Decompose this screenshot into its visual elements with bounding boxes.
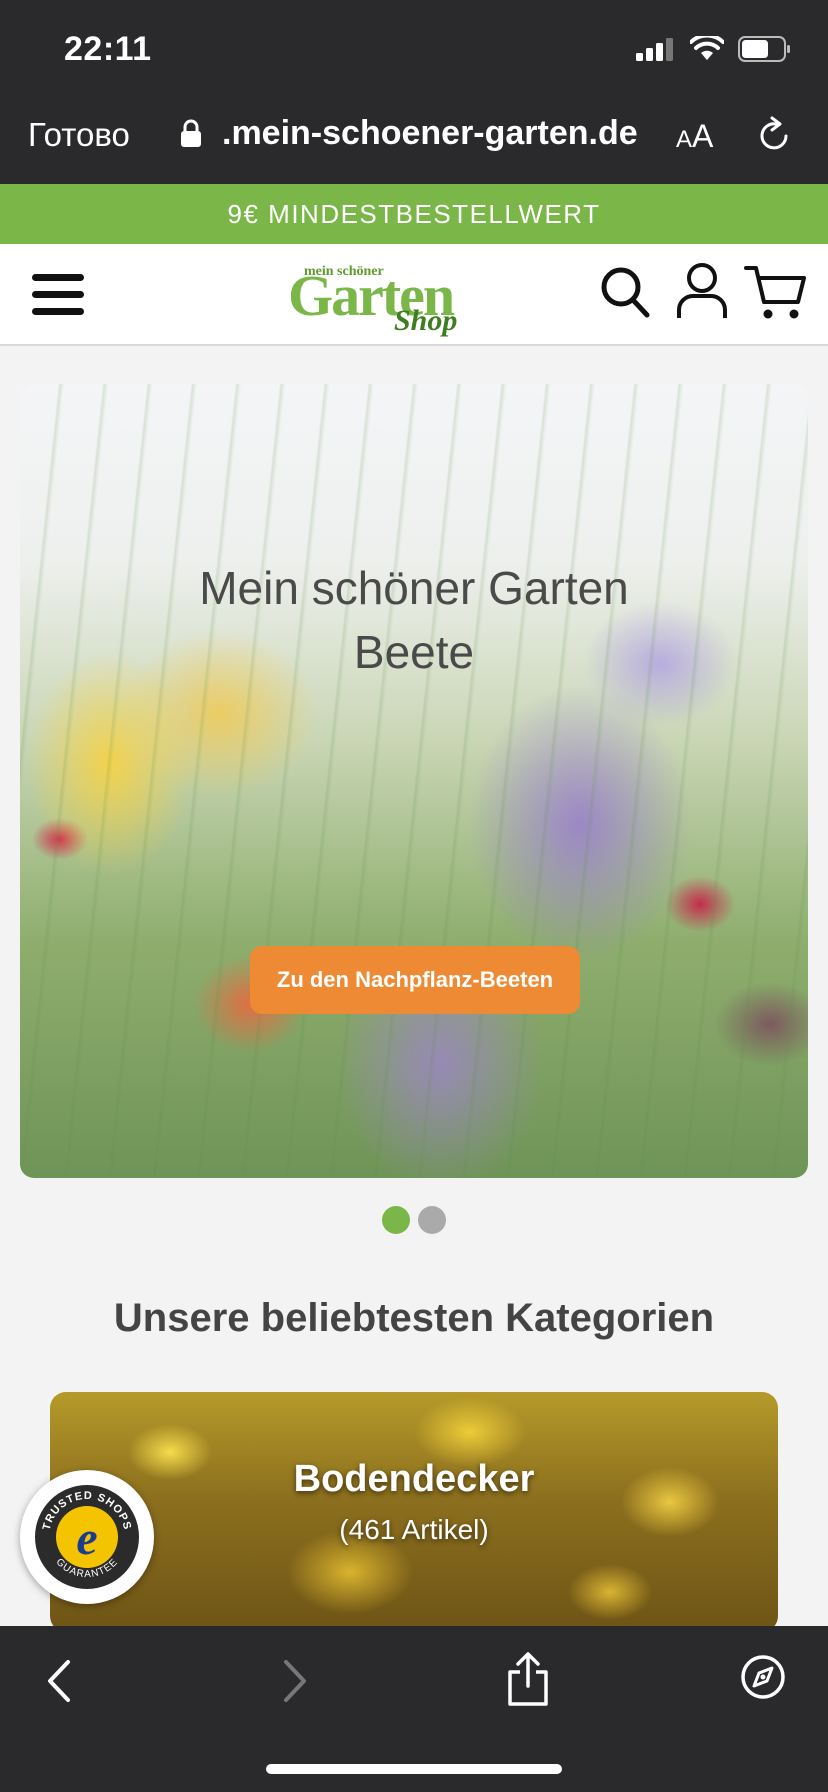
hero-banner[interactable]: Mein schöner Garten Beete Zu den Nachpfl… [20,384,808,1178]
promo-banner: 9€ MINDESTBESTELLWERT [0,184,828,244]
home-indicator [266,1764,562,1774]
account-icon[interactable] [676,262,728,320]
back-icon[interactable] [44,1658,74,1704]
battery-icon [738,36,790,62]
text-size-small-label: A [676,126,693,153]
reload-icon[interactable] [756,116,792,154]
text-size-button[interactable]: AA [676,118,713,155]
compass-icon[interactable] [740,1654,786,1700]
status-icons [636,36,792,62]
cellular-signal-icon [636,38,673,61]
categories-heading: Unsere beliebtesten Kategorien [113,1296,715,1340]
category-count: (461 Artikel) [339,1514,489,1545]
hero-cta-button[interactable]: Zu den Nachpflanz-Beeten [250,946,580,1014]
cart-icon[interactable] [744,264,806,322]
category-name: Bodendecker [293,1458,535,1500]
svg-text:e: e [76,1512,97,1565]
hero-title-line1: Mein schöner Garten [199,562,629,614]
logo[interactable]: mein schöner Garten Shop [286,252,476,340]
logo-shop-text: Shop [394,304,458,337]
slider-dot-1[interactable] [382,1206,410,1234]
lock-icon [181,119,201,147]
slider-dot-2[interactable] [418,1206,446,1234]
status-bar: 22:11 [0,0,828,88]
status-time: 22:11 [64,30,152,68]
site-header: mein schöner Garten Shop [0,244,828,346]
menu-icon[interactable] [32,274,84,316]
browser-url-bar: Готово .mein-schoener-garten.de AA [0,88,828,184]
trusted-shops-badge[interactable]: e TRUSTED SHOPS GUARANTEE [20,1470,154,1604]
share-icon[interactable] [506,1652,550,1706]
slider-dots [0,1206,828,1234]
category-card-bodendecker[interactable]: Bodendecker (461 Artikel) [50,1392,778,1632]
done-button[interactable]: Готово [28,116,130,154]
search-icon[interactable] [600,266,650,318]
hero-title-line2: Beete [353,626,475,678]
wifi-icon [690,36,724,60]
hero-image [20,384,808,1178]
text-size-big-label: A [692,118,714,154]
forward-icon[interactable] [280,1658,310,1704]
hero-title: Mein schöner Garten Beete [20,556,808,684]
trusted-shops-seal-icon: e TRUSTED SHOPS GUARANTEE [35,1485,139,1589]
address-field[interactable]: .mein-schoener-garten.de [222,114,638,153]
